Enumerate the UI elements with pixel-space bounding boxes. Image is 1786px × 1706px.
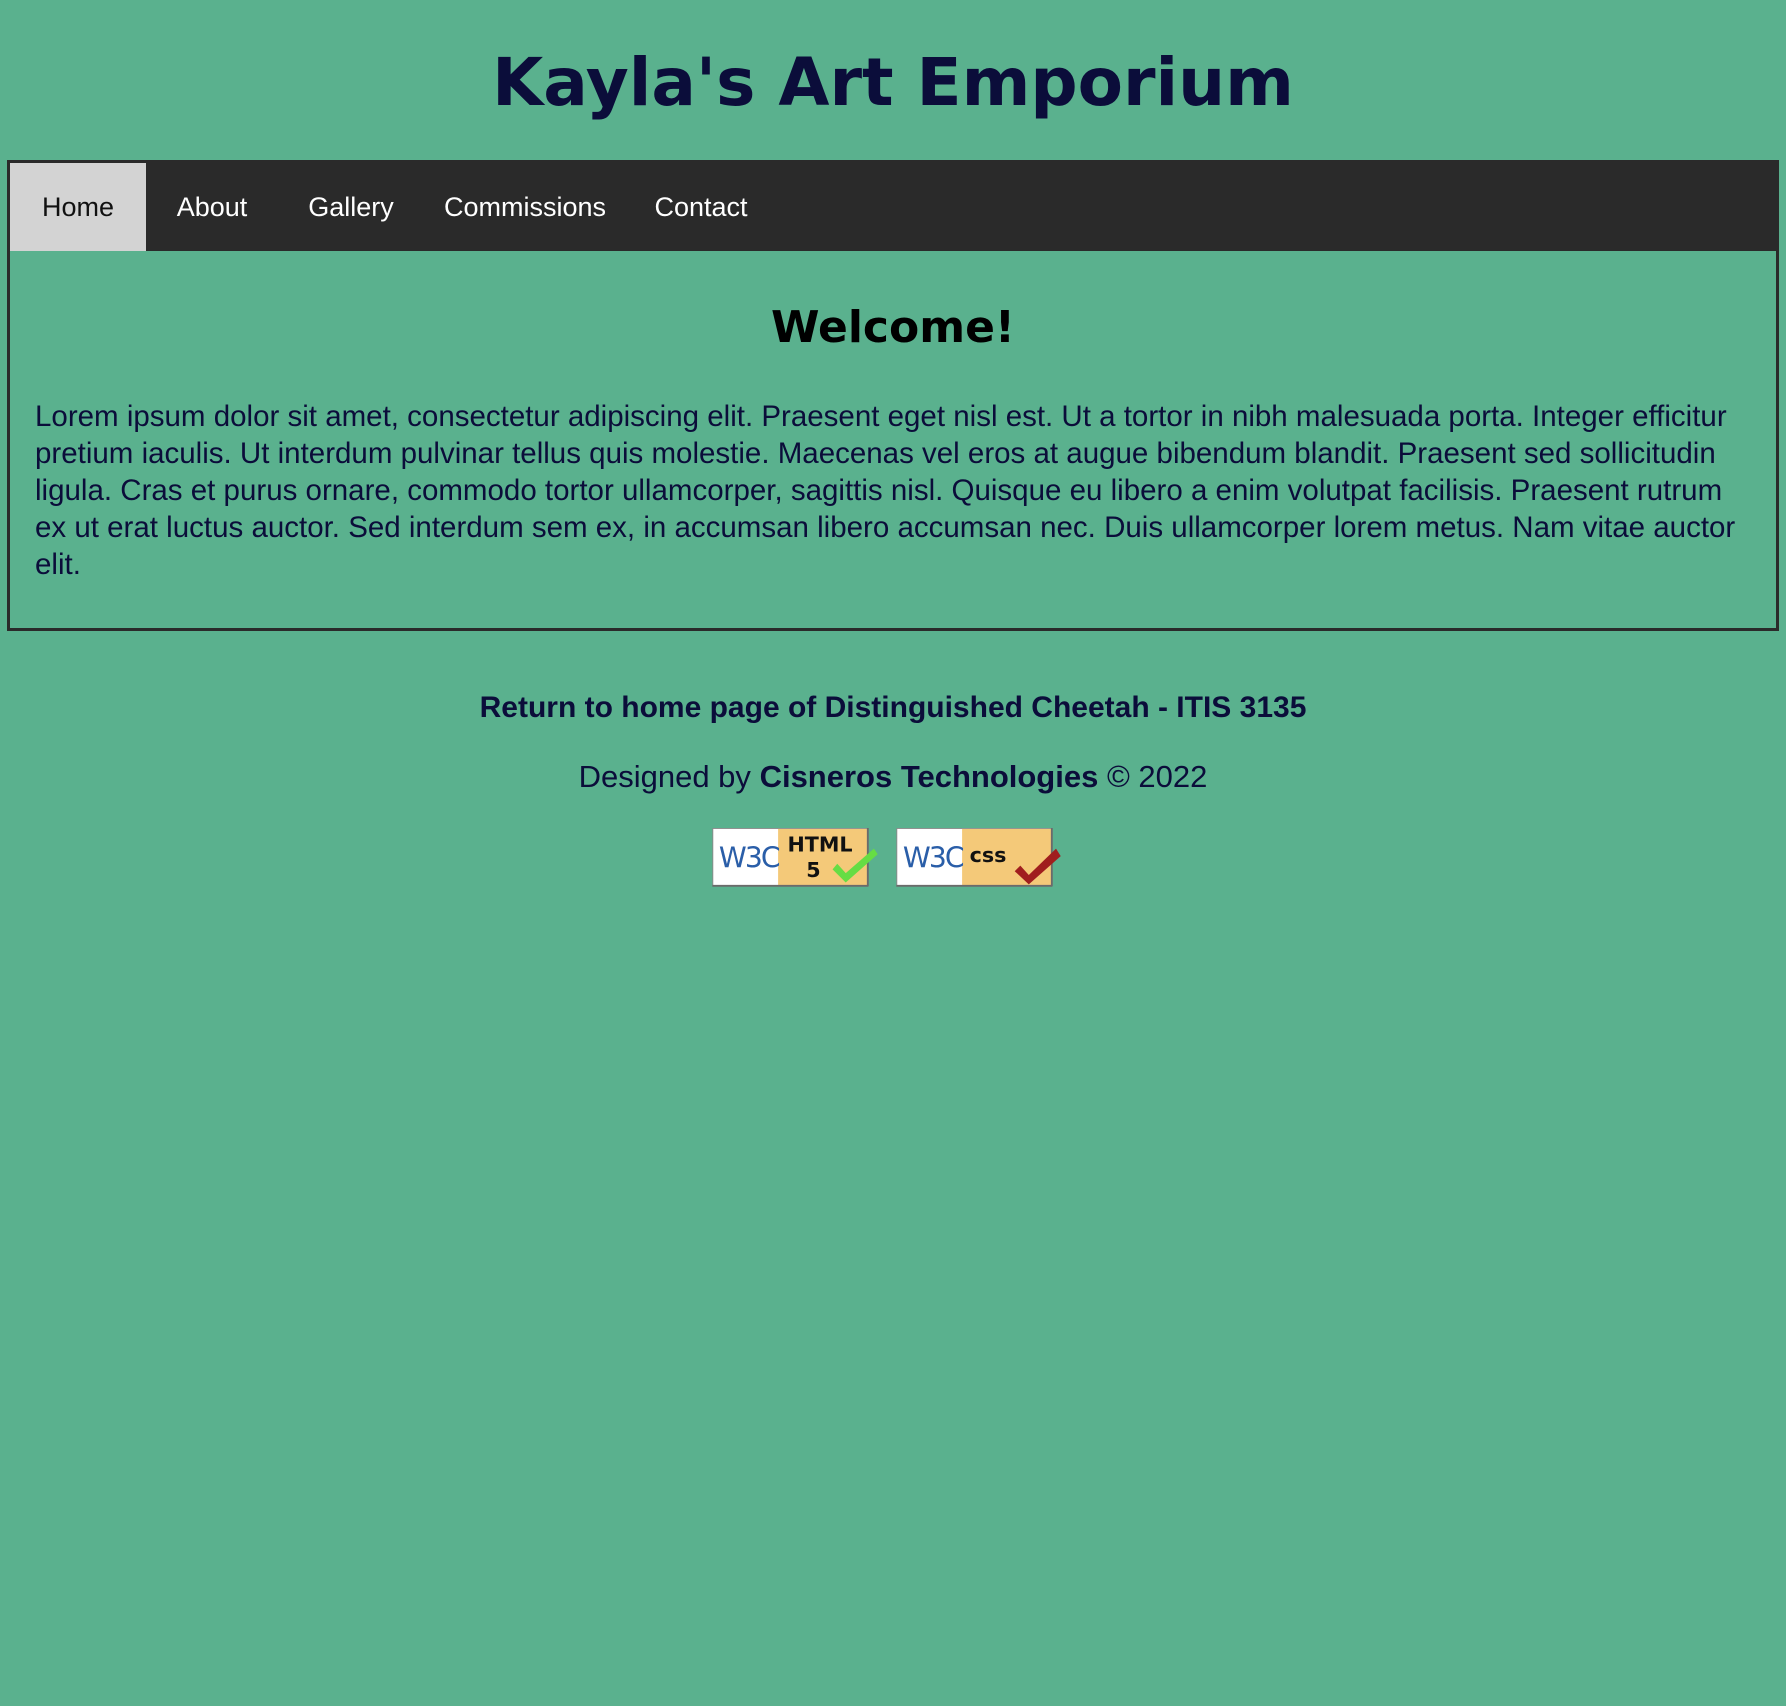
return-home-link[interactable]: Return to home page of Distinguished Che… [0, 686, 1786, 730]
w3c-logo-text: W3C [719, 841, 780, 874]
css-badge-label: css [970, 843, 1007, 867]
intro-paragraph: Lorem ipsum dolor sit amet, consectetur … [35, 400, 1736, 581]
credit-line: Designed by Cisneros Technologies © 2022 [0, 755, 1786, 799]
html-badge-version: 5 [806, 858, 820, 882]
w3c-css-badge[interactable]: W3C css [896, 828, 1062, 890]
nav-item-about[interactable]: About [146, 163, 278, 251]
nav-item-gallery[interactable]: Gallery [278, 163, 424, 251]
company-name: Cisneros Technologies [759, 759, 1099, 794]
nav-item-home[interactable]: Home [10, 163, 146, 251]
nav-item-commissions[interactable]: Commissions [424, 163, 626, 251]
site-header: Kayla's Art Emporium [0, 0, 1786, 160]
html-badge-label: HTML [787, 832, 852, 856]
w3c-html5-badge[interactable]: W3C HTML 5 [712, 828, 878, 890]
nav-item-contact[interactable]: Contact [626, 163, 776, 251]
welcome-heading: Welcome! [771, 302, 1015, 353]
nav-bar: Home About Gallery Commissions Contact [10, 163, 1776, 251]
designed-by-prefix: Designed by [578, 759, 751, 794]
validation-badges: W3C HTML 5 W3C css [712, 828, 1072, 894]
w3c-logo-text: W3C [903, 841, 964, 874]
content-box: Home About Gallery Commissions Contact W… [7, 160, 1779, 631]
site-title: Kayla's Art Emporium [492, 44, 1294, 121]
copyright-text: © 2022 [1106, 759, 1208, 794]
